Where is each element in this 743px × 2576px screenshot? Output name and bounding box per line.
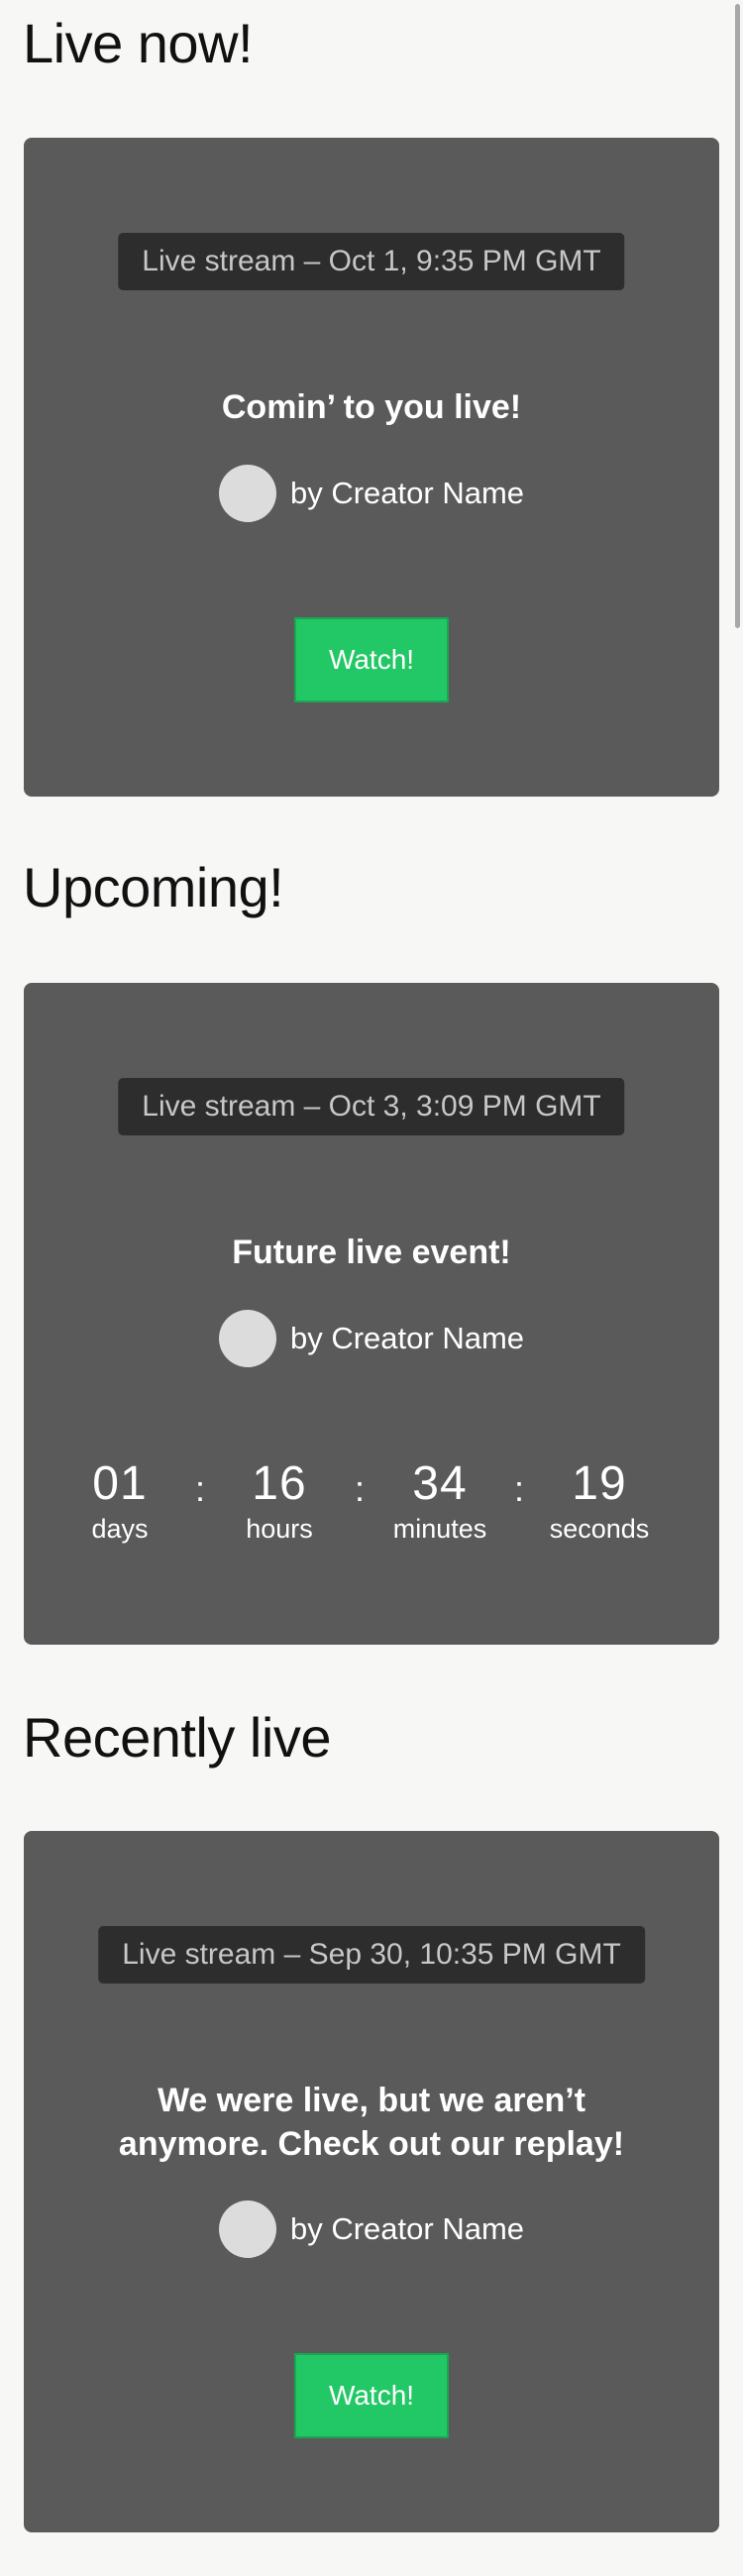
creator-row: by Creator Name <box>24 1309 719 1368</box>
scrollbar[interactable] <box>735 4 740 628</box>
countdown-hours-value: 16 <box>252 1457 307 1510</box>
stream-date-pill: Live stream – Oct 1, 9:35 PM GMT <box>118 233 625 290</box>
event-headline-line1: We were live, but we aren’t <box>157 2082 586 2119</box>
creator-row: by Creator Name <box>24 464 719 523</box>
countdown-seconds-value: 19 <box>572 1457 627 1510</box>
countdown-days-label: days <box>91 1514 149 1544</box>
section-title-upcoming: Upcoming! <box>23 856 284 918</box>
upcoming-card: Live stream – Oct 3, 3:09 PM GMT Future … <box>24 983 719 1645</box>
live-card: Live stream – Oct 1, 9:35 PM GMT Comin’ … <box>24 138 719 797</box>
avatar[interactable] <box>218 1310 276 1367</box>
countdown-separator: : <box>195 1468 206 1509</box>
countdown-days: 01 days <box>60 1456 179 1546</box>
creator-name[interactable]: by Creator Name <box>290 1321 524 1356</box>
countdown-hours-label: hours <box>246 1514 313 1544</box>
creator-row: by Creator Name <box>24 2200 719 2259</box>
section-title-recent: Recently live <box>23 1706 331 1769</box>
creator-name[interactable]: by Creator Name <box>290 2211 524 2247</box>
countdown-hours: 16 hours <box>220 1456 339 1546</box>
section-title-live: Live now! <box>23 12 254 74</box>
countdown-minutes-value: 34 <box>412 1457 468 1510</box>
countdown-days-value: 01 <box>92 1457 148 1510</box>
event-headline: Future live event! <box>232 1234 511 1271</box>
recent-card: Live stream – Sep 30, 10:35 PM GMT We we… <box>24 1831 719 2532</box>
countdown-separator: : <box>514 1468 525 1509</box>
countdown-seconds-label: seconds <box>549 1514 650 1544</box>
watch-button[interactable]: Watch! <box>294 2353 449 2438</box>
countdown-minutes-label: minutes <box>392 1514 487 1544</box>
countdown-seconds: 19 seconds <box>540 1456 659 1546</box>
countdown-timer: 01 days : 16 hours : 34 minutes : 19 sec… <box>24 1456 719 1556</box>
countdown-separator: : <box>355 1468 366 1509</box>
stream-date-pill: Live stream – Oct 3, 3:09 PM GMT <box>118 1078 625 1135</box>
stream-date-pill: Live stream – Sep 30, 10:35 PM GMT <box>98 1926 645 1984</box>
avatar[interactable] <box>218 465 276 522</box>
event-headline: Comin’ to you live! <box>221 388 522 426</box>
event-headline-line2: anymore. Check out our replay! <box>118 2125 625 2163</box>
creator-name[interactable]: by Creator Name <box>290 476 524 511</box>
watch-button[interactable]: Watch! <box>294 617 449 702</box>
avatar[interactable] <box>218 2200 276 2258</box>
countdown-minutes: 34 minutes <box>380 1456 499 1546</box>
